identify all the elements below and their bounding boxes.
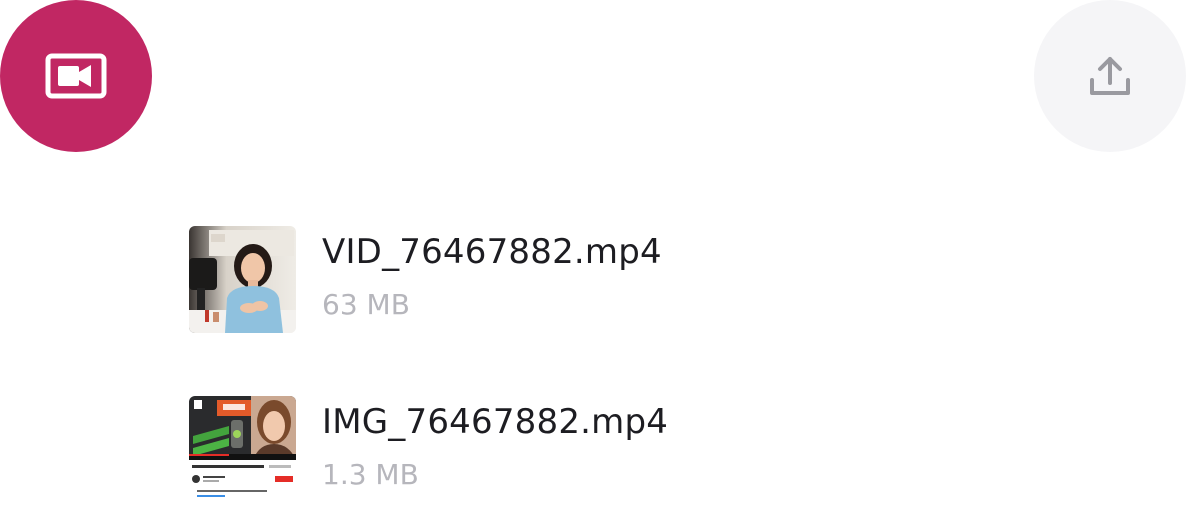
file-upload-panel: VID_76467882.mp4 63 MB IMG_76467882.mp4 … bbox=[0, 0, 1186, 516]
file-item[interactable]: VID_76467882.mp4 63 MB bbox=[189, 226, 889, 333]
file-size: 63 MB bbox=[322, 288, 410, 321]
video-badge bbox=[0, 0, 152, 152]
file-size: 1.3 MB bbox=[322, 458, 419, 491]
file-list: VID_76467882.mp4 63 MB IMG_76467882.mp4 … bbox=[189, 226, 889, 503]
upload-button[interactable] bbox=[1034, 0, 1186, 152]
file-item[interactable]: IMG_76467882.mp4 1.3 MB bbox=[189, 396, 889, 503]
video-camera-icon bbox=[45, 53, 107, 99]
video-thumbnail bbox=[189, 226, 296, 333]
video-thumbnail bbox=[189, 396, 296, 503]
upload-icon bbox=[1090, 57, 1130, 95]
file-name: VID_76467882.mp4 bbox=[322, 232, 662, 272]
file-name: IMG_76467882.mp4 bbox=[322, 402, 669, 442]
